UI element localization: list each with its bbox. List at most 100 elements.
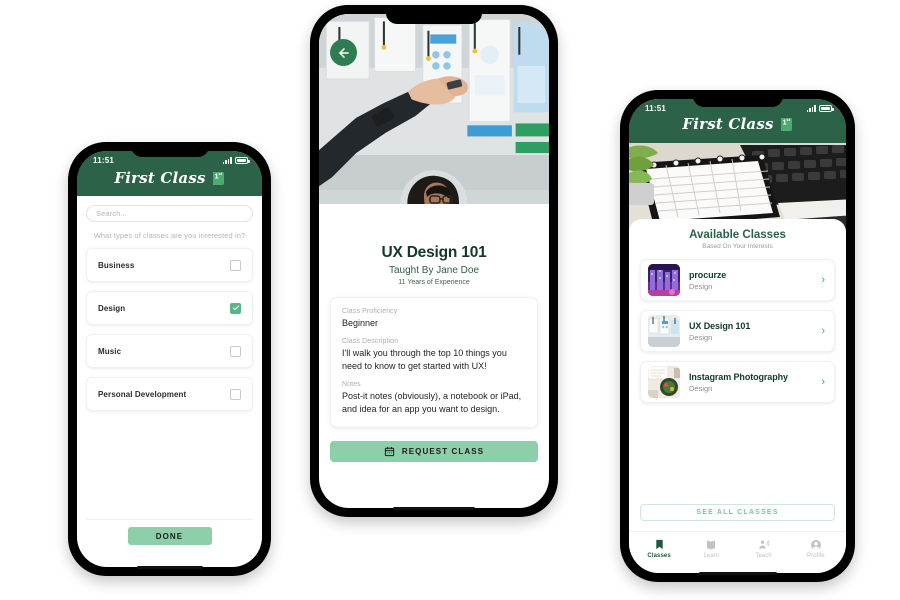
brand-header: First Class 1st [77, 165, 262, 196]
available-classes-sheet: Available Classes Based On Your Interest… [629, 219, 846, 531]
category-label: Business [98, 260, 135, 270]
detail-value: I'll walk you through the top 10 things … [342, 348, 507, 371]
interest-prompt: What types of classes are you interested… [93, 231, 246, 240]
chevron-right-icon[interactable]: › [821, 376, 825, 388]
status-time: 11:51 [93, 156, 115, 165]
phone-notch [386, 5, 482, 24]
class-hero-image [319, 14, 549, 204]
hero-illustration [629, 143, 846, 231]
home-indicator [393, 507, 475, 510]
phone-notch [130, 142, 209, 157]
detail-notes: Notes Post-it notes (obviously), a noteb… [342, 381, 526, 415]
class-text: Instagram Photography Design [689, 372, 812, 393]
tab-label: Classes [647, 553, 671, 559]
chevron-right-icon[interactable]: › [821, 274, 825, 286]
bookmark-icon [654, 538, 665, 551]
class-name: Instagram Photography [689, 371, 788, 382]
class-list-item-instagram-photography[interactable]: Instagram Photography Design › [640, 361, 835, 403]
chevron-right-icon[interactable]: › [821, 325, 825, 337]
tab-learn[interactable]: Learn [685, 538, 737, 559]
brand-header: First Class 1st [629, 113, 846, 143]
category-label: Music [98, 346, 122, 356]
phone-mockup-class-detail: UX Design 101 Taught By Jane Doe 11 Year… [310, 5, 558, 517]
battery-icon [819, 105, 834, 112]
category-checkbox[interactable] [230, 259, 241, 271]
category-row-design[interactable]: Design [86, 291, 253, 325]
class-name: procurze [689, 269, 727, 280]
cellular-bars-icon [222, 157, 232, 164]
phone-mockup-onboarding: 11:51 First Class 1st Search... What typ… [68, 142, 271, 576]
bottom-tab-bar: Classes Learn Teach Profile [629, 531, 846, 573]
open-book-icon [705, 538, 717, 551]
status-indicators [222, 157, 250, 164]
classes-hero-image [629, 143, 846, 231]
tab-classes[interactable]: Classes [633, 538, 685, 559]
phone-notch [692, 90, 783, 107]
tab-teach[interactable]: Teach [738, 538, 790, 559]
tab-profile[interactable]: Profile [790, 538, 842, 559]
class-instructor: Taught By Jane Doe [388, 265, 480, 276]
check-icon [232, 305, 239, 311]
category-checkbox[interactable] [230, 388, 241, 400]
arrow-left-icon [338, 47, 349, 58]
class-list-item-procurze[interactable]: procurze Design › [640, 259, 835, 301]
category-checkbox[interactable] [230, 345, 241, 357]
category-label: Design [98, 303, 126, 313]
book-1st-icon: 1st [209, 170, 226, 188]
home-indicator [698, 572, 777, 575]
class-category: Design [689, 332, 713, 342]
detail-proficiency: Class Proficiency Beginner [342, 308, 526, 329]
home-indicator [136, 566, 203, 569]
detail-value: Beginner [342, 318, 379, 328]
brand-name: First Class [682, 115, 774, 133]
account-circle-icon [810, 538, 822, 551]
detail-label: Class Proficiency [342, 308, 398, 315]
class-experience: 11 Years of Experience [398, 279, 470, 286]
phone1-header: 11:51 First Class 1st [77, 151, 262, 196]
calendar-icon [384, 446, 394, 457]
see-all-classes-button[interactable]: SEE ALL CLASSES [640, 504, 835, 521]
request-class-button[interactable]: REQUEST CLASS [330, 441, 538, 463]
class-details-card: Class Proficiency Beginner Class Descrip… [330, 297, 538, 429]
detail-label: Class Description [342, 338, 399, 346]
hero-illustration [319, 14, 549, 191]
brand-name: First Class [114, 169, 206, 187]
tab-label: Teach [755, 553, 772, 559]
back-button[interactable] [330, 39, 357, 66]
section-subheading: Based On Your Interests [702, 243, 773, 250]
search-input[interactable]: Search... [86, 205, 253, 222]
phone1-footer: DONE [86, 519, 253, 545]
neon-city-thumbnail [648, 264, 680, 296]
category-row-business[interactable]: Business [86, 248, 253, 282]
person-speaking-icon [758, 538, 770, 551]
tab-label: Profile [807, 553, 825, 559]
tab-label: Learn [703, 553, 720, 559]
category-row-music[interactable]: Music [86, 334, 253, 368]
class-list-item-ux-design-101[interactable]: UX Design 101 Design › [640, 310, 835, 352]
detail-label: Notes [342, 381, 361, 389]
class-title: UX Design 101 [381, 244, 487, 261]
cellular-bars-icon [806, 105, 816, 112]
phone1-screen: 11:51 First Class 1st Search... What typ… [77, 151, 262, 567]
phone2-screen: UX Design 101 Taught By Jane Doe 11 Year… [319, 14, 549, 508]
section-heading: Available Classes [689, 229, 786, 241]
book-1st-icon: 1st [777, 116, 794, 134]
class-text: UX Design 101 Design [689, 321, 812, 342]
status-indicators [806, 105, 834, 112]
category-checkbox-checked[interactable] [230, 302, 241, 314]
class-category: Design [689, 281, 713, 291]
class-title-block: UX Design 101 Taught By Jane Doe 11 Year… [319, 204, 549, 286]
category-row-personal-development[interactable]: Personal Development [86, 377, 253, 411]
food-flatlay-thumbnail [648, 366, 680, 398]
class-category: Design [689, 383, 713, 393]
phone1-content: Search... What types of classes are you … [77, 196, 262, 567]
class-text: procurze Design [689, 270, 812, 291]
done-button[interactable]: DONE [127, 527, 212, 545]
search-placeholder: Search... [96, 209, 127, 218]
phone-mockup-classes-list: 11:51 First Class 1st Available Classes … [620, 90, 855, 582]
category-label: Personal Development [98, 389, 187, 399]
detail-description: Class Description I'll walk you through … [342, 338, 526, 372]
request-class-label: REQUEST CLASS [401, 447, 485, 457]
wireframe-wall-thumbnail [648, 315, 680, 347]
battery-icon [235, 157, 250, 164]
